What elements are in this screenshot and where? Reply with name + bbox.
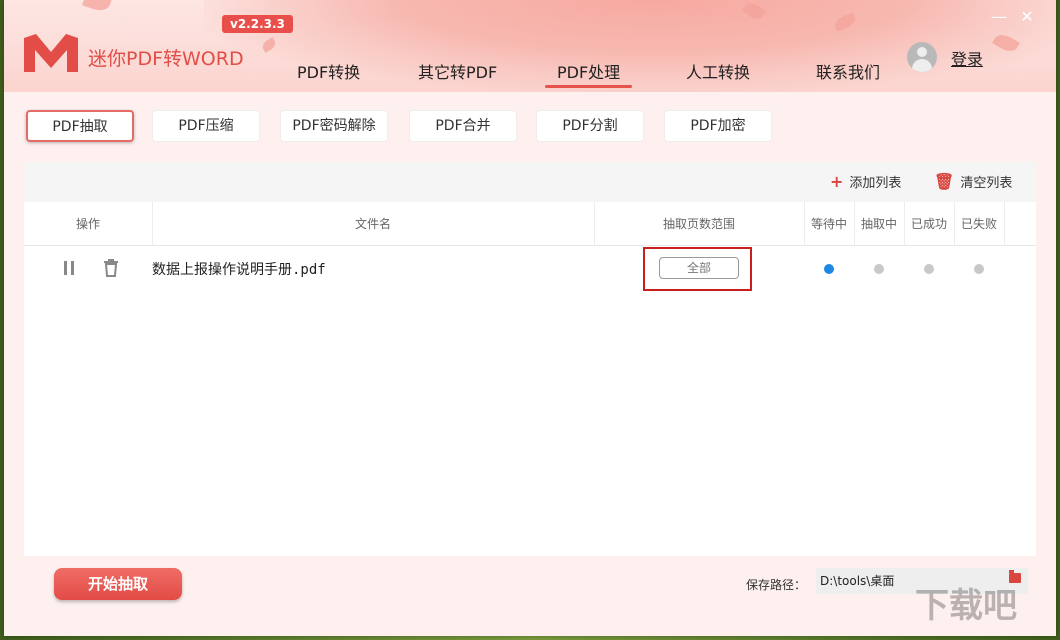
nav-item-manual-convert[interactable]: 人工转换 bbox=[686, 62, 750, 88]
login-link[interactable]: 登录 bbox=[951, 46, 983, 70]
subtab-bar: PDF抽取 PDF压缩 PDF密码解除 PDF合并 PDF分割 PDF加密 bbox=[4, 92, 1056, 160]
start-extract-button[interactable]: 开始抽取 bbox=[54, 568, 182, 600]
column-header-extracting: 抽取中 bbox=[860, 217, 897, 231]
clear-list-label: 清空列表 bbox=[960, 176, 1013, 191]
status-dot-success bbox=[924, 264, 934, 274]
column-header-range: 抽取页数范围 bbox=[662, 217, 735, 231]
clear-list-button[interactable]: 🗑 清空列表 bbox=[934, 172, 1012, 192]
subtab-pdf-encrypt[interactable]: PDF加密 bbox=[664, 110, 772, 142]
status-dot-extracting bbox=[874, 264, 884, 274]
footer-bar: 开始抽取 保存路径： D:\tools\桌面 bbox=[24, 556, 1036, 636]
table-row[interactable]: 数据上报操作说明手册.pdf 全部 bbox=[24, 247, 1036, 291]
add-list-button[interactable]: + 添加列表 bbox=[830, 172, 901, 192]
list-toolbar: + 添加列表 🗑 清空列表 bbox=[24, 162, 1036, 202]
column-header-failed: 已失败 bbox=[960, 217, 997, 231]
subtab-pdf-split[interactable]: PDF分割 bbox=[536, 110, 644, 142]
version-badge: v2.2.3.3 bbox=[222, 15, 293, 33]
subtab-pdf-compress[interactable]: PDF压缩 bbox=[152, 110, 260, 142]
trash-icon[interactable] bbox=[102, 259, 120, 277]
pause-icon[interactable] bbox=[62, 261, 76, 277]
file-list-panel: + 添加列表 🗑 清空列表 操作 文件名 抽取页数范围 等待中 抽取中 已成功 bbox=[24, 162, 1036, 556]
user-icon[interactable] bbox=[907, 42, 937, 72]
main-nav: PDF转换 其它转PDF PDF处理 人工转换 联系我们 bbox=[4, 62, 1056, 92]
column-header-waiting: 等待中 bbox=[810, 217, 847, 231]
status-dot-waiting bbox=[824, 264, 834, 274]
nav-item-pdf-convert[interactable]: PDF转换 bbox=[297, 62, 360, 88]
nav-item-other-to-pdf[interactable]: 其它转PDF bbox=[418, 62, 497, 88]
file-name: 数据上报操作说明手册.pdf bbox=[152, 262, 326, 278]
column-header-success: 已成功 bbox=[910, 217, 947, 231]
column-header-op: 操作 bbox=[75, 217, 100, 231]
subtab-pdf-unlock[interactable]: PDF密码解除 bbox=[280, 110, 388, 142]
app-window: 迷你PDF转WORD v2.2.3.3 PDF转换 其它转PDF PDF处理 人… bbox=[4, 0, 1056, 636]
nav-item-pdf-process[interactable]: PDF处理 bbox=[544, 62, 633, 88]
plus-icon: + bbox=[830, 172, 844, 191]
save-path-label: 保存路径： bbox=[746, 578, 807, 592]
main-content: + 添加列表 🗑 清空列表 操作 文件名 抽取页数范围 等待中 抽取中 已成功 bbox=[4, 160, 1056, 636]
subtab-pdf-extract[interactable]: PDF抽取 bbox=[26, 110, 134, 142]
watermark-text: 下载吧 bbox=[915, 586, 1017, 626]
close-icon[interactable]: ✕ bbox=[1018, 8, 1036, 26]
trash-icon: 🗑 bbox=[934, 172, 955, 191]
column-divider bbox=[1004, 202, 1005, 246]
subtab-pdf-merge[interactable]: PDF合并 bbox=[409, 110, 517, 142]
minimize-icon[interactable]: — bbox=[990, 8, 1008, 26]
page-range-button[interactable]: 全部 bbox=[659, 257, 739, 279]
status-dot-failed bbox=[974, 264, 984, 274]
app-header: 迷你PDF转WORD v2.2.3.3 PDF转换 其它转PDF PDF处理 人… bbox=[4, 0, 1056, 92]
column-header-filename: 文件名 bbox=[354, 217, 391, 231]
petal-decoration bbox=[82, 0, 112, 14]
table-header: 操作 文件名 抽取页数范围 等待中 抽取中 已成功 已失败 bbox=[24, 202, 1036, 246]
add-list-label: 添加列表 bbox=[849, 176, 902, 191]
nav-item-contact[interactable]: 联系我们 bbox=[816, 62, 880, 88]
